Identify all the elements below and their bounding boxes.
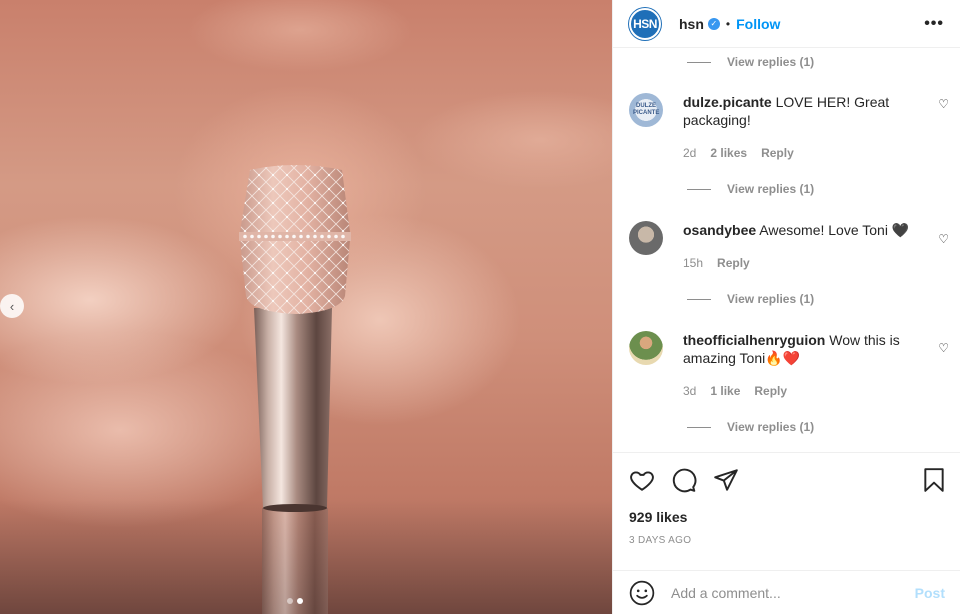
view-replies-label: View replies (1) xyxy=(727,420,815,434)
comment-likes[interactable]: 1 like xyxy=(710,384,740,398)
carousel-dot-active xyxy=(297,598,303,604)
post-header: HSN hsn ✓ • Follow ••• xyxy=(613,0,960,48)
carousel-dot xyxy=(287,598,293,604)
comment-meta: 2d 2 likes Reply xyxy=(683,146,794,160)
microphone-image xyxy=(0,165,612,614)
reply-button[interactable]: Reply xyxy=(717,256,750,270)
bookmark-icon[interactable] xyxy=(921,467,947,493)
add-comment-bar: Post xyxy=(613,570,960,614)
comment-bubble-icon[interactable] xyxy=(671,467,697,493)
comment-input[interactable] xyxy=(671,584,915,601)
avatar-logo-text: DULZE PICANTE xyxy=(633,103,660,116)
comment-time[interactable]: 2d xyxy=(683,146,696,160)
likes-count[interactable]: 929 likes xyxy=(629,509,687,525)
comment-text: theofficialhenryguion Wow this is amazin… xyxy=(683,331,923,367)
view-replies-label: View replies (1) xyxy=(727,182,815,196)
post-author-username[interactable]: hsn xyxy=(679,16,704,32)
commenter-avatar[interactable]: DULZE PICANTE xyxy=(629,93,663,127)
carousel-indicator xyxy=(287,598,303,604)
follow-button[interactable]: Follow xyxy=(736,16,780,32)
comment-time[interactable]: 3d xyxy=(683,384,696,398)
comment-time[interactable]: 15h xyxy=(683,256,703,270)
carousel-prev-button[interactable]: ‹ xyxy=(0,294,24,318)
post-media[interactable]: ‹ xyxy=(0,0,612,614)
reply-button[interactable]: Reply xyxy=(761,146,794,160)
comment-username[interactable]: dulze.picante xyxy=(683,94,772,110)
like-comment-heart-icon[interactable]: ♡ xyxy=(938,97,949,111)
more-options-icon[interactable]: ••• xyxy=(924,15,944,33)
chevron-left-icon: ‹ xyxy=(9,298,15,314)
post-side-panel: HSN hsn ✓ • Follow ••• View replies (1) … xyxy=(612,0,960,614)
like-comment-heart-icon[interactable]: ♡ xyxy=(938,341,949,355)
comment-username[interactable]: osandybee xyxy=(683,222,756,238)
comment-message: Awesome! Love Toni 🖤 xyxy=(759,222,910,238)
view-replies-button[interactable]: View replies (1) xyxy=(687,420,814,434)
paper-plane-icon[interactable] xyxy=(713,467,739,493)
commenter-avatar[interactable] xyxy=(629,331,663,365)
comments-list[interactable]: View replies (1) DULZE PICANTE dulze.pic… xyxy=(613,48,960,452)
post-actions-bar xyxy=(613,452,960,504)
divider-line xyxy=(687,61,711,63)
view-replies-button[interactable]: View replies (1) xyxy=(687,55,814,69)
commenter-avatar[interactable] xyxy=(629,221,663,255)
view-replies-label: View replies (1) xyxy=(727,292,815,306)
divider-line xyxy=(687,298,711,300)
post-comment-button[interactable]: Post xyxy=(915,585,945,601)
view-replies-button[interactable]: View replies (1) xyxy=(687,182,814,196)
comment-meta: 3d 1 like Reply xyxy=(683,384,787,398)
comment-text: osandybee Awesome! Love Toni 🖤 xyxy=(683,221,933,239)
heart-outline-icon[interactable] xyxy=(629,467,655,493)
comment-text: dulze.picante LOVE HER! Great packaging! xyxy=(683,93,923,129)
comment-meta: 15h Reply xyxy=(683,256,750,270)
post-date[interactable]: 3 DAYS AGO xyxy=(629,535,691,546)
verified-badge-icon: ✓ xyxy=(707,17,720,30)
avatar[interactable]: HSN xyxy=(629,7,661,40)
divider-line xyxy=(687,426,711,428)
like-comment-heart-icon[interactable]: ♡ xyxy=(938,232,949,246)
comment-username[interactable]: theofficialhenryguion xyxy=(683,332,825,348)
view-replies-label: View replies (1) xyxy=(727,55,815,69)
divider-line xyxy=(687,188,711,190)
reply-button[interactable]: Reply xyxy=(754,384,787,398)
view-replies-button[interactable]: View replies (1) xyxy=(687,292,814,306)
emoji-icon[interactable] xyxy=(629,580,655,606)
comment-likes[interactable]: 2 likes xyxy=(710,146,747,160)
separator-dot: • xyxy=(725,16,731,31)
